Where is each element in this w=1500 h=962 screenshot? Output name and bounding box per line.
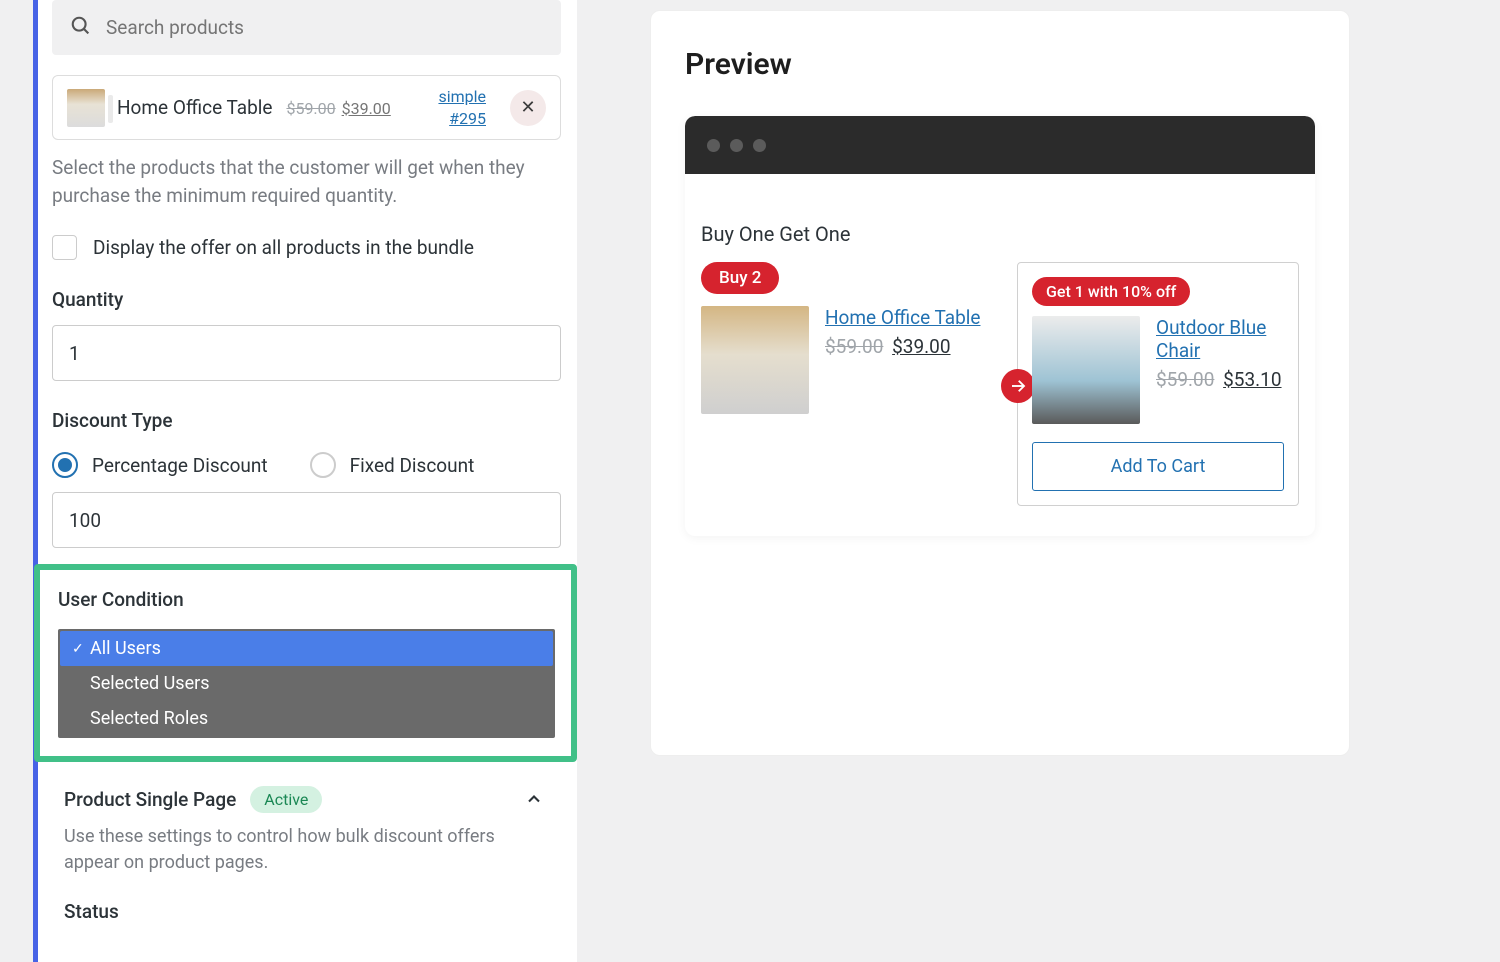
search-box[interactable]	[52, 0, 561, 55]
new-price: $39.00	[892, 335, 950, 358]
buy-product-block: Buy 2 Home Office Table $59.00 $39.00	[701, 262, 1003, 414]
discount-value-input[interactable]	[52, 492, 561, 548]
quantity-label: Quantity	[52, 288, 561, 311]
user-condition-label: User Condition	[58, 588, 555, 611]
window-dot-icon	[707, 139, 720, 152]
display-offer-row[interactable]: Display the offer on all products in the…	[52, 235, 561, 260]
product-id-link[interactable]: #295	[438, 108, 486, 130]
buy-product-link[interactable]: Home Office Table	[825, 306, 980, 329]
preview-title: Preview	[685, 47, 1315, 82]
discount-type-label: Discount Type	[52, 409, 561, 432]
search-input[interactable]	[106, 16, 543, 39]
get-product-link[interactable]: Outdoor Blue Chair	[1156, 316, 1266, 362]
product-info: Home Office Table $59.00 $39.00	[117, 96, 391, 119]
bogo-title: Buy One Get One	[701, 222, 1299, 246]
chevron-up-icon[interactable]	[519, 784, 549, 814]
product-single-page-desc: Use these settings to control how bulk d…	[52, 814, 561, 876]
product-old-price: $59.00	[286, 99, 335, 118]
window-dot-icon	[753, 139, 766, 152]
preview-panel: Preview Buy One Get One Buy 2 Home Offic…	[650, 10, 1350, 756]
product-image	[701, 306, 809, 414]
get-product-block: Get 1 with 10% off Outdoor Blue Chair $5…	[1017, 262, 1299, 506]
browser-bar	[685, 116, 1315, 174]
product-type-link[interactable]: simple	[438, 86, 486, 108]
arrow-right-icon	[1001, 369, 1035, 403]
help-text: Select the products that the customer wi…	[52, 154, 561, 209]
dropdown-option-selected-roles[interactable]: Selected Roles	[60, 701, 553, 736]
close-icon: ✕	[520, 97, 535, 118]
new-price: $53.10	[1223, 368, 1281, 391]
quantity-input[interactable]	[52, 325, 561, 381]
user-condition-highlight: User Condition ✓ All Users Selected User…	[34, 564, 577, 762]
selected-product-card: Home Office Table $59.00 $39.00 simple #…	[52, 75, 561, 140]
dropdown-option-selected-users[interactable]: Selected Users	[60, 666, 553, 701]
add-to-cart-button[interactable]: Add To Cart	[1032, 442, 1284, 491]
status-label: Status	[52, 876, 561, 923]
preview-browser: Buy One Get One Buy 2 Home Office Table …	[685, 116, 1315, 536]
display-offer-label: Display the offer on all products in the…	[93, 236, 474, 259]
product-title: Home Office Table	[117, 96, 272, 119]
check-icon: ✓	[72, 641, 84, 657]
active-badge: Active	[250, 786, 322, 813]
buy-tag: Buy 2	[701, 262, 779, 294]
product-single-page-section[interactable]: Product Single Page Active	[52, 784, 561, 814]
search-icon	[70, 15, 92, 41]
remove-product-button[interactable]: ✕	[510, 90, 546, 126]
product-thumb	[67, 89, 105, 127]
user-condition-dropdown[interactable]: ✓ All Users Selected Users Selected Role…	[58, 629, 555, 738]
get-tag: Get 1 with 10% off	[1032, 277, 1190, 306]
radio-fixed[interactable]: Fixed Discount	[310, 452, 475, 478]
window-dot-icon	[730, 139, 743, 152]
product-image	[1032, 316, 1140, 424]
product-new-price: $39.00	[342, 99, 391, 118]
display-offer-checkbox[interactable]	[52, 235, 77, 260]
old-price: $59.00	[825, 335, 883, 358]
old-price: $59.00	[1156, 368, 1214, 391]
dropdown-option-all-users[interactable]: ✓ All Users	[60, 631, 553, 666]
radio-percentage[interactable]: Percentage Discount	[52, 452, 268, 478]
